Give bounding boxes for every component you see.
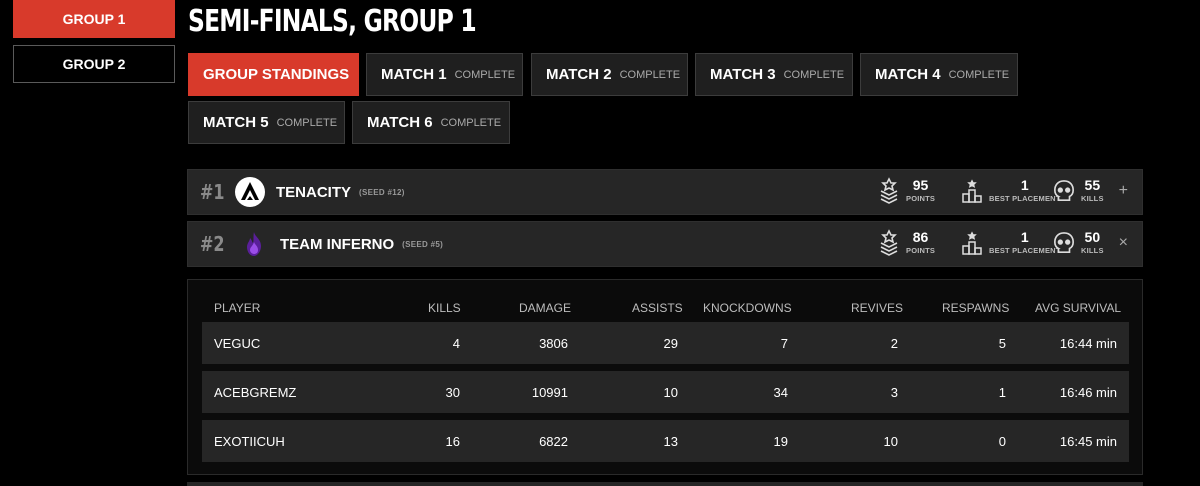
header-damage: DAMAGE: [519, 301, 572, 315]
header-revives: REVIVES: [851, 301, 904, 315]
team-seed: (SEED #12): [359, 187, 405, 197]
group-1-button[interactable]: GROUP 1: [13, 0, 175, 38]
group-1-label: GROUP 1: [62, 11, 126, 27]
points-stat: 86 POINTS: [878, 228, 935, 258]
damage-cell: 3806: [539, 336, 568, 351]
kills-stat: 50 KILLS: [1053, 228, 1104, 258]
points-stat: 95 POINTS: [878, 176, 935, 206]
skull-icon: [1053, 228, 1075, 258]
kills-value: 50: [1084, 229, 1101, 245]
header-assists: ASSISTS: [632, 301, 683, 315]
player-name: VEGUC: [214, 336, 261, 351]
tab-status: COMPLETE: [276, 116, 338, 129]
tab-match-3[interactable]: MATCH 3 COMPLETE: [695, 53, 853, 96]
podium-icon: [961, 176, 983, 206]
team-seed: (SEED #5): [402, 239, 444, 249]
tab-group-standings[interactable]: GROUP STANDINGS: [188, 53, 359, 96]
table-row: VEGUC 4 3806 29 7 2 5 16:44 min: [202, 322, 1129, 364]
respawns-cell: 5: [998, 336, 1006, 351]
player-name: EXOTIICUH: [214, 434, 285, 449]
kills-value: 55: [1084, 177, 1101, 193]
chevron-rank-icon: [878, 228, 900, 258]
revives-cell: 2: [890, 336, 898, 351]
damage-cell: 6822: [539, 434, 568, 449]
tab-match-6[interactable]: MATCH 6 COMPLETE: [352, 101, 510, 144]
avg-survival-cell: 16:45 min: [1059, 434, 1117, 449]
group-2-label: GROUP 2: [62, 56, 126, 72]
team-name: TEAM INFERNO: [280, 235, 395, 253]
header-respawns: RESPAWNS: [942, 301, 1010, 315]
tab-label: MATCH 3: [710, 66, 776, 83]
assists-cell: 13: [663, 434, 678, 449]
knockdowns-cell: 7: [780, 336, 788, 351]
chevron-rank-icon: [878, 176, 900, 206]
best-placement-stat: 1 BEST PLACEMENT: [961, 176, 1061, 206]
knockdowns-cell: 19: [773, 434, 788, 449]
avg-survival-cell: 16:46 min: [1059, 385, 1117, 400]
team-rank: #1: [200, 180, 225, 204]
tab-match-1[interactable]: MATCH 1 COMPLETE: [366, 53, 523, 96]
page-title: SEMI-FINALS, GROUP 1: [188, 4, 477, 39]
table-row: EXOTIICUH 16 6822 13 19 10 0 16:45 min: [202, 420, 1129, 462]
revives-cell: 10: [883, 434, 898, 449]
header-avg-survival: AVG SURVIVAL: [1035, 301, 1122, 315]
flame-logo-icon: [238, 228, 270, 260]
tab-label: MATCH 5: [203, 114, 269, 131]
assists-cell: 10: [663, 385, 678, 400]
best-placement-value: 1: [1020, 229, 1029, 245]
tab-match-2[interactable]: MATCH 2 COMPLETE: [531, 53, 688, 96]
revives-cell: 3: [890, 385, 898, 400]
expand-icon[interactable]: +: [1119, 182, 1128, 200]
best-placement-label: BEST PLACEMENT: [989, 246, 1061, 255]
header-player: PLAYER: [214, 301, 261, 315]
tab-match-5[interactable]: MATCH 5 COMPLETE: [188, 101, 345, 144]
points-value: 95: [912, 177, 929, 193]
kills-cell: 4: [452, 336, 460, 351]
podium-icon: [961, 228, 983, 258]
player-stats-table: PLAYER KILLS DAMAGE ASSISTS KNOCKDOWNS R…: [187, 279, 1143, 475]
damage-cell: 10991: [531, 385, 568, 400]
best-placement-stat: 1 BEST PLACEMENT: [961, 228, 1061, 258]
group-2-button[interactable]: GROUP 2: [13, 45, 175, 83]
kills-label: KILLS: [1081, 194, 1104, 203]
team-rank: #2: [200, 232, 225, 256]
kills-stat: 55 KILLS: [1053, 176, 1104, 206]
assists-cell: 29: [663, 336, 678, 351]
tab-status: COMPLETE: [454, 68, 516, 81]
skull-icon: [1053, 176, 1075, 206]
header-knockdowns: KNOCKDOWNS: [703, 301, 792, 315]
next-team-row-edge: [187, 482, 1143, 486]
collapse-icon[interactable]: ×: [1119, 234, 1128, 252]
kills-cell: 16: [445, 434, 460, 449]
best-placement-label: BEST PLACEMENT: [989, 194, 1061, 203]
player-name: ACEBGREMZ: [214, 385, 297, 400]
tab-label: MATCH 4: [875, 66, 941, 83]
tab-status: COMPLETE: [783, 68, 845, 81]
knockdowns-cell: 34: [773, 385, 788, 400]
tab-label: MATCH 1: [381, 66, 447, 83]
team-row-2[interactable]: #2 TEAM INFERNO (SEED #5) 86 POINTS 1 BE…: [187, 221, 1143, 267]
apex-logo-icon: [234, 176, 266, 208]
tab-status: COMPLETE: [948, 68, 1010, 81]
kills-label: KILLS: [1081, 246, 1104, 255]
tab-label: GROUP STANDINGS: [203, 66, 350, 83]
respawns-cell: 1: [998, 385, 1006, 400]
points-value: 86: [912, 229, 929, 245]
kills-cell: 30: [445, 385, 460, 400]
team-name: TENACITY: [276, 183, 351, 201]
tab-label: MATCH 2: [546, 66, 612, 83]
avg-survival-cell: 16:44 min: [1059, 336, 1117, 351]
points-label: POINTS: [906, 194, 936, 203]
table-row: ACEBGREMZ 30 10991 10 34 3 1 16:46 min: [202, 371, 1129, 413]
points-label: POINTS: [906, 246, 936, 255]
header-kills: KILLS: [428, 301, 461, 315]
best-placement-value: 1: [1020, 177, 1029, 193]
respawns-cell: 0: [998, 434, 1006, 449]
team-row-1[interactable]: #1 TENACITY (SEED #12) 95 POINTS 1 BEST …: [187, 169, 1143, 215]
tab-match-4[interactable]: MATCH 4 COMPLETE: [860, 53, 1018, 96]
tab-status: COMPLETE: [440, 116, 502, 129]
tab-label: MATCH 6: [367, 114, 433, 131]
tab-status: COMPLETE: [619, 68, 681, 81]
